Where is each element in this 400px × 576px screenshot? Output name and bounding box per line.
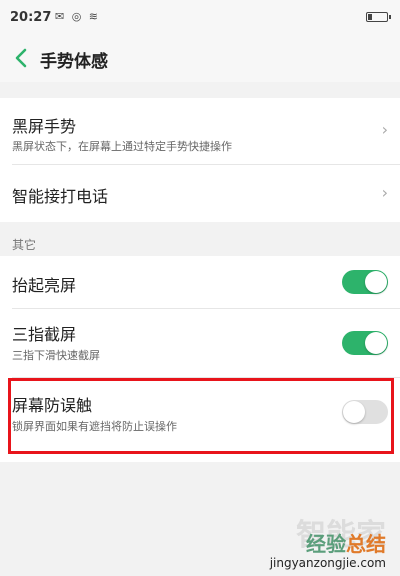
page-title: 手势体感: [40, 52, 108, 72]
watermark-logo-right: 总结: [346, 532, 386, 556]
status-time: 20:27: [10, 10, 52, 25]
title-bar: 手势体感: [0, 34, 400, 82]
chevron-right-icon: ›: [381, 120, 388, 139]
raise-to-wake-item: 抬起亮屏: [0, 256, 400, 308]
battery-icon: [366, 12, 391, 22]
three-finger-screenshot-description: 三指下滑快速截屏: [12, 349, 100, 362]
raise-to-wake-label: 抬起亮屏: [12, 276, 77, 295]
status-bar: 20:27 ✉ ◎ ≋: [0, 0, 400, 34]
section-title-other: 其它: [12, 238, 37, 252]
black-screen-gesture-description: 黑屏状态下，在屏幕上通过特定手势快捷操作: [12, 140, 232, 153]
watermark-url: jingyanzongjie.com: [269, 556, 386, 570]
smart-call-label: 智能接打电话: [12, 187, 109, 206]
raise-to-wake-toggle[interactable]: [342, 270, 388, 294]
watermark-logo: 经验总结: [306, 528, 386, 557]
highlight-box: [8, 378, 394, 454]
back-button[interactable]: [8, 44, 36, 72]
watermark-logo-left: 经验: [306, 532, 346, 556]
back-arrow-icon: [15, 48, 27, 68]
three-finger-screenshot-label: 三指截屏: [12, 325, 77, 344]
three-finger-screenshot-toggle[interactable]: [342, 331, 388, 355]
gesture-settings-group: 黑屏手势 黑屏状态下，在屏幕上通过特定手势快捷操作 › 智能接打电话 ›: [0, 98, 400, 222]
chevron-right-icon: ›: [381, 183, 388, 202]
three-finger-screenshot-item: 三指截屏 三指下滑快速截屏: [0, 309, 400, 377]
black-screen-gesture-item[interactable]: 黑屏手势 黑屏状态下，在屏幕上通过特定手势快捷操作 ›: [0, 98, 400, 164]
black-screen-gesture-label: 黑屏手势: [12, 117, 77, 136]
smart-call-item[interactable]: 智能接打电话 ›: [0, 165, 400, 222]
status-icons: ✉ ◎ ≋: [55, 10, 101, 23]
